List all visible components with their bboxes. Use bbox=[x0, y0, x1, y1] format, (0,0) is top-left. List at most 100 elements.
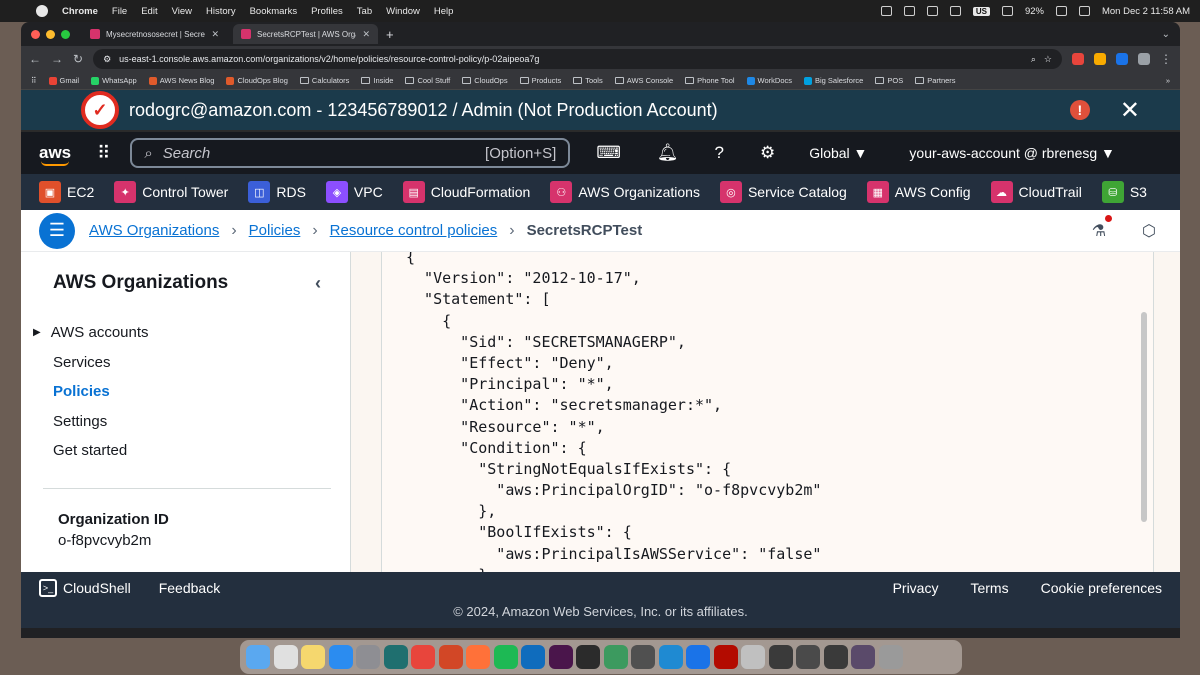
cloudshell-link[interactable]: CloudShell bbox=[63, 580, 131, 596]
back-arrow-icon[interactable]: ← bbox=[29, 52, 41, 66]
dock-chrome-icon[interactable] bbox=[411, 645, 435, 669]
alert-icon[interactable]: ! bbox=[1069, 100, 1090, 120]
close-window-button[interactable] bbox=[31, 29, 40, 39]
dock-window-1-icon[interactable] bbox=[768, 645, 793, 669]
account-menu[interactable]: your-aws-account @ rbrenesg ▼ bbox=[909, 145, 1114, 161]
bookmark-item[interactable]: AWS Console bbox=[614, 76, 673, 85]
extension-icon[interactable] bbox=[1072, 53, 1084, 65]
dock-terminal-icon[interactable] bbox=[576, 645, 600, 669]
bookmark-item[interactable]: Products bbox=[519, 76, 561, 85]
favorite-service[interactable]: ▣ EC2 bbox=[39, 181, 94, 203]
dock-preview-icon[interactable] bbox=[741, 645, 765, 669]
bookmark-item[interactable]: Partners bbox=[915, 76, 956, 85]
editor-scrollbar[interactable] bbox=[1141, 312, 1147, 522]
expand-caret-icon[interactable]: ▶ bbox=[33, 327, 41, 338]
browser-tab-rcp[interactable]: SecretsRCPTest | AWS Organ ✕ bbox=[233, 24, 378, 44]
terms-link[interactable]: Terms bbox=[970, 580, 1008, 596]
breadcrumb-organizations[interactable]: AWS Organizations bbox=[89, 222, 219, 239]
reload-icon[interactable]: ↻ bbox=[73, 52, 83, 66]
close-tab-icon[interactable]: ✕ bbox=[362, 29, 370, 40]
search-input[interactable]: ⌕ Search [Option+S] bbox=[130, 138, 571, 168]
menu-app-name[interactable]: Chrome bbox=[62, 6, 98, 17]
dock-acrobat-icon[interactable] bbox=[713, 645, 738, 669]
bookmark-item[interactable]: CloudOps Blog bbox=[226, 76, 288, 85]
battery-percent[interactable]: 92% bbox=[1025, 6, 1044, 17]
menu-tab[interactable]: Tab bbox=[357, 6, 372, 17]
menu-bookmarks[interactable]: Bookmarks bbox=[250, 6, 298, 17]
apple-menu-icon[interactable] bbox=[36, 5, 48, 17]
bookmark-item[interactable]: Phone Tool bbox=[685, 76, 735, 85]
favorite-service[interactable]: ✦ Control Tower bbox=[114, 181, 228, 203]
favorite-service[interactable]: ◎ Service Catalog bbox=[719, 181, 847, 203]
extension-icon[interactable] bbox=[1116, 53, 1128, 65]
dock-window-3-icon[interactable] bbox=[823, 645, 848, 669]
dock-powerpoint-icon[interactable] bbox=[438, 645, 463, 669]
wifi-icon[interactable] bbox=[1055, 6, 1067, 16]
menu-history[interactable]: History bbox=[206, 6, 236, 17]
dock-spotify-icon[interactable] bbox=[493, 645, 518, 669]
dock-slack-icon[interactable] bbox=[548, 645, 573, 669]
bookmark-item[interactable]: Inside bbox=[361, 76, 393, 85]
forward-arrow-icon[interactable]: → bbox=[51, 52, 63, 66]
favorite-service[interactable]: ⚇ AWS Organizations bbox=[550, 181, 700, 203]
feature-flask-icon[interactable]: ⚗ bbox=[1092, 214, 1113, 241]
browser-tab-secret[interactable]: Mysecretnososecret | Secre ✕ bbox=[82, 24, 227, 44]
aws-logo[interactable]: aws bbox=[39, 143, 71, 166]
side-nav-item[interactable]: Settings bbox=[53, 407, 350, 437]
dock-notes-icon[interactable] bbox=[301, 645, 325, 669]
dock-chrome-canary-icon[interactable] bbox=[603, 645, 628, 669]
menu-file[interactable]: File bbox=[112, 6, 127, 17]
services-grid-icon[interactable]: ⠿ bbox=[97, 143, 110, 164]
bookmark-item[interactable]: Tools bbox=[573, 76, 603, 85]
site-info-icon[interactable]: ⚙ bbox=[103, 54, 111, 65]
favorite-service[interactable]: ◈ VPC bbox=[325, 181, 383, 203]
dock-trash-icon[interactable] bbox=[878, 645, 903, 669]
dock-app-store-icon[interactable] bbox=[328, 645, 353, 669]
dock-window-2-icon[interactable] bbox=[796, 645, 820, 669]
collapse-chevron-icon[interactable]: ‹ bbox=[315, 273, 321, 294]
tray-app-icon[interactable] bbox=[880, 6, 892, 16]
dock-perplexity-icon[interactable] bbox=[383, 645, 408, 669]
extension-icon[interactable] bbox=[1094, 53, 1106, 65]
more-bookmarks-icon[interactable]: » bbox=[1166, 76, 1170, 85]
cloudshell-icon[interactable]: ⌨ bbox=[596, 143, 621, 163]
keyboard-input-badge[interactable]: US bbox=[972, 6, 990, 16]
bookmark-item[interactable]: Big Salesforce bbox=[804, 76, 863, 85]
bookmark-item[interactable]: AWS News Blog bbox=[148, 76, 214, 85]
favorite-service[interactable]: ☁ CloudTrail bbox=[990, 181, 1082, 203]
help-icon[interactable]: ? bbox=[714, 143, 723, 163]
spotlight-search-icon[interactable] bbox=[1078, 6, 1090, 16]
close-banner-icon[interactable]: ✕ bbox=[1120, 96, 1140, 125]
amazon-q-icon[interactable]: ⬡ bbox=[1142, 221, 1156, 241]
address-bar[interactable]: ⚙ us-east-1.console.aws.amazon.com/organ… bbox=[93, 49, 1062, 69]
display-icon[interactable] bbox=[1001, 6, 1013, 16]
side-nav-item[interactable]: Get started bbox=[53, 436, 350, 466]
side-nav-menu-button[interactable]: ☰ bbox=[39, 212, 75, 249]
feedback-link[interactable]: Feedback bbox=[159, 580, 220, 596]
bookmark-item[interactable]: Cool Stuff bbox=[405, 76, 450, 85]
breadcrumb-policies[interactable]: Policies bbox=[249, 222, 301, 239]
bookmark-item[interactable]: POS bbox=[875, 76, 903, 85]
bookmark-item[interactable]: WorkDocs bbox=[746, 76, 792, 85]
bookmark-item[interactable]: Calculators bbox=[299, 76, 349, 85]
dock-outlook-icon[interactable] bbox=[521, 645, 545, 669]
dock-system-settings-icon[interactable] bbox=[356, 645, 380, 669]
menu-window[interactable]: Window bbox=[386, 6, 420, 17]
apps-grid-icon[interactable]: ⠿ bbox=[31, 76, 37, 85]
dock-vscode-icon[interactable] bbox=[658, 645, 683, 669]
bookmark-item[interactable]: Gmail bbox=[48, 76, 79, 85]
menu-view[interactable]: View bbox=[172, 6, 192, 17]
menu-clock[interactable]: Mon Dec 2 11:58 AM bbox=[1102, 6, 1190, 17]
bookmark-item[interactable]: CloudOps bbox=[462, 76, 508, 85]
extensions-puzzle-icon[interactable] bbox=[1138, 53, 1150, 65]
dock-firefox-icon[interactable] bbox=[466, 645, 490, 669]
dock-launchpad-icon[interactable] bbox=[273, 645, 298, 669]
bookmark-star-icon[interactable]: ☆ bbox=[1044, 54, 1052, 65]
menu-help[interactable]: Help bbox=[434, 6, 454, 17]
close-tab-icon[interactable]: ✕ bbox=[211, 29, 219, 40]
breadcrumb-rcp[interactable]: Resource control policies bbox=[330, 222, 498, 239]
dock-window-4-icon[interactable] bbox=[851, 645, 875, 669]
favorite-service[interactable]: ◫ RDS bbox=[248, 181, 306, 203]
browser-menu-icon[interactable]: ⋮ bbox=[1160, 52, 1172, 66]
bluetooth-icon[interactable] bbox=[949, 6, 961, 16]
